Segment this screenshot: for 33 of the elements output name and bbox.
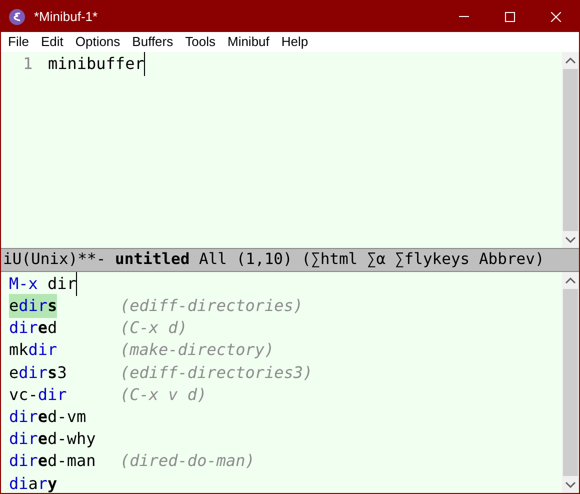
menu-item[interactable]: Options	[69, 32, 126, 52]
menu-item[interactable]: Minibuf	[221, 32, 276, 52]
candidate-name[interactable]: vc-dir	[9, 382, 67, 407]
menu-item[interactable]: Tools	[179, 32, 222, 52]
editor-line: minibuffer	[48, 52, 146, 76]
app-logo-icon	[9, 8, 25, 24]
mode-line-text: iU(Unix)**- untitled All (1,10) (∑html ∑α ∑flykeys Abbrev)	[2, 249, 544, 270]
candidate-annotation: (C-x v d)	[120, 384, 207, 406]
candidate-name[interactable]: dia ry	[9, 472, 58, 493]
menu-item[interactable]: Edit	[34, 32, 70, 52]
menu-item[interactable]: Buffers	[126, 32, 180, 52]
maximize-icon	[505, 12, 515, 22]
candidate-name[interactable]: dired-man	[9, 449, 96, 474]
candidate-annotation: (ediff-directories)	[120, 295, 304, 318]
line-number: 1	[22, 53, 34, 75]
candidate-annotation: (dired-do-man)	[120, 450, 255, 472]
candidate-name[interactable]: dired	[9, 316, 58, 340]
candidate-name[interactable]: dired-why	[9, 427, 96, 452]
window-title: *Minibuf-1*	[34, 8, 98, 26]
menu-item[interactable]: Help	[275, 32, 314, 52]
candidate-name[interactable]: dired-vm	[9, 405, 86, 430]
candidate-annotation: (ediff-directories3)	[120, 362, 313, 384]
candidate-name[interactable]: mkdir	[9, 338, 58, 362]
prompt: M-x	[9, 273, 38, 295]
candidate-name[interactable]: edirs	[9, 294, 58, 318]
minimize-icon	[459, 16, 469, 17]
close-icon	[551, 12, 561, 22]
scroll-thumb[interactable]	[563, 289, 578, 476]
menu-item[interactable]: File	[2, 32, 35, 52]
scroll-thumb[interactable]	[563, 69, 578, 231]
candidate-annotation: (make-directory)	[120, 339, 274, 362]
candidate-annotation: (C-x d)	[120, 317, 188, 340]
candidate-name[interactable]: edirs3	[9, 360, 67, 385]
